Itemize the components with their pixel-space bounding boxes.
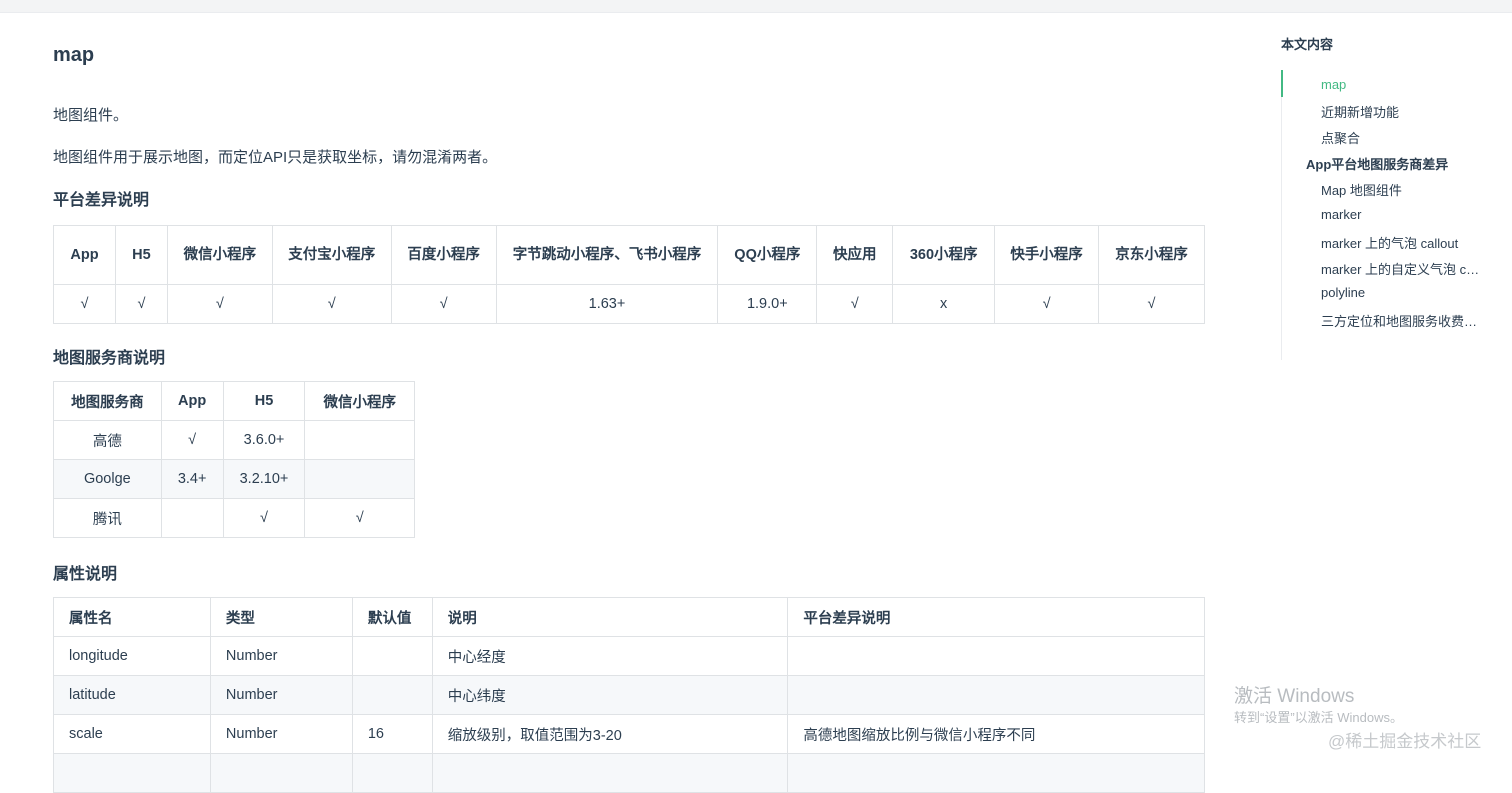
table-row: Goolge 3.4+ 3.2.10+ — [53, 459, 415, 499]
provider-cell — [304, 420, 415, 460]
attrs-cell: 高德地图缩放比例与微信小程序不同 — [787, 714, 1205, 754]
attrs-header-name: 属性名 — [53, 597, 211, 637]
attrs-cell: 中心经度 — [431, 636, 789, 676]
toc-active-indicator — [1281, 70, 1283, 97]
toc-item-charging[interactable]: 三方定位和地图服务收费说明 — [1321, 311, 1481, 330]
attrs-cell: 16 — [351, 714, 433, 754]
attrs-cell: Number — [209, 675, 353, 715]
platform-cell: √ — [53, 284, 116, 324]
platform-cell: √ — [816, 284, 894, 324]
provider-header-h5: H5 — [222, 381, 306, 421]
attrs-heading: 属性说明 — [53, 566, 118, 583]
attrs-cell — [351, 636, 433, 676]
table-row: 高德 √ 3.6.0+ — [53, 420, 415, 460]
provider-cell: 3.6.0+ — [222, 420, 306, 460]
toc-item-marker[interactable]: marker — [1321, 207, 1481, 222]
attrs-cell: Number — [209, 636, 353, 676]
platform-cell: √ — [994, 284, 1100, 324]
platform-cell: √ — [390, 284, 497, 324]
table-row: longitude Number 中心经度 — [53, 636, 1205, 676]
windows-activation-title: 激活 Windows — [1234, 686, 1355, 707]
platform-cell: 1.63+ — [495, 284, 719, 324]
windows-activation-hint: 转到“设置”以激活 Windows。 — [1234, 710, 1404, 725]
attrs-cell: 缩放级别，取值范围为3-20 — [431, 714, 789, 754]
toc-rail — [1281, 70, 1282, 360]
provider-cell: √ — [222, 498, 306, 538]
toc-item-cluster[interactable]: 点聚合 — [1321, 128, 1481, 147]
toc-item-marker-custom-callout[interactable]: marker 上的自定义气泡 customCallout — [1321, 259, 1481, 278]
provider-cell — [304, 459, 415, 499]
toc-item-new-features[interactable]: 近期新增功能 — [1321, 102, 1481, 121]
intro-text: 地图组件。 — [53, 107, 129, 124]
platform-cell: √ — [1098, 284, 1205, 324]
provider-cell: √ — [304, 498, 415, 538]
platform-header-alipay: 支付宝小程序 — [271, 225, 392, 285]
provider-cell: 腾讯 — [53, 498, 162, 538]
attrs-cell: scale — [53, 714, 211, 754]
platform-cell: √ — [114, 284, 168, 324]
toc-item-app-provider-diff[interactable]: App平台地图服务商差异 — [1306, 154, 1486, 173]
toc-item-map[interactable]: map — [1321, 77, 1481, 92]
table-row — [53, 753, 1205, 793]
attrs-header-desc: 说明 — [431, 597, 789, 637]
platform-header-toutiao: 字节跳动小程序、飞书小程序 — [495, 225, 719, 285]
platform-header-weixin: 微信小程序 — [166, 225, 273, 285]
provider-table: 地图服务商 App H5 微信小程序 高德 √ 3.6.0+ Goolge 3.… — [53, 381, 415, 538]
platform-header-360: 360小程序 — [892, 225, 996, 285]
platform-header-h5: H5 — [114, 225, 168, 285]
attrs-cell: longitude — [53, 636, 211, 676]
platform-cell: x — [892, 284, 996, 324]
provider-cell: 3.2.10+ — [222, 459, 306, 499]
platform-cell: 1.9.0+ — [717, 284, 818, 324]
platform-header-jd: 京东小程序 — [1098, 225, 1205, 285]
platform-header-app: App — [53, 225, 116, 285]
platform-table: App H5 微信小程序 支付宝小程序 百度小程序 字节跳动小程序、飞书小程序 … — [53, 225, 1205, 324]
provider-cell: √ — [160, 420, 224, 460]
platform-heading: 平台差异说明 — [53, 192, 150, 209]
attrs-header-type: 类型 — [209, 597, 353, 637]
provider-header-name: 地图服务商 — [53, 381, 162, 421]
platform-cell: √ — [166, 284, 273, 324]
attrs-cell — [351, 675, 433, 715]
platform-header-baidu: 百度小程序 — [390, 225, 497, 285]
provider-cell — [160, 498, 224, 538]
attrs-cell — [787, 675, 1205, 715]
table-row: latitude Number 中心纬度 — [53, 675, 1205, 715]
platform-header-kuaishou: 快手小程序 — [994, 225, 1100, 285]
toc-title: 本文内容 — [1281, 37, 1334, 52]
attrs-header-platform: 平台差异说明 — [787, 597, 1205, 637]
attrs-cell — [787, 636, 1205, 676]
attrs-cell: Number — [209, 714, 353, 754]
toc-item-map-component[interactable]: Map 地图组件 — [1321, 180, 1481, 199]
site-watermark: @稀土掘金技术社区 — [1328, 732, 1482, 751]
platform-cell: √ — [271, 284, 392, 324]
toc-item-marker-callout[interactable]: marker 上的气泡 callout — [1321, 233, 1481, 252]
provider-header-weixin: 微信小程序 — [304, 381, 415, 421]
attrs-table: 属性名 类型 默认值 说明 平台差异说明 longitude Number 中心… — [53, 597, 1205, 793]
attrs-cell: latitude — [53, 675, 211, 715]
table-row: scale Number 16 缩放级别，取值范围为3-20 高德地图缩放比例与… — [53, 714, 1205, 754]
attrs-header-default: 默认值 — [351, 597, 433, 637]
provider-cell: 3.4+ — [160, 459, 224, 499]
table-row: 腾讯 √ √ — [53, 498, 415, 538]
top-bar — [0, 0, 1512, 13]
page-title: map — [53, 44, 95, 66]
platform-header-quickapp: 快应用 — [816, 225, 894, 285]
attrs-cell: 中心纬度 — [431, 675, 789, 715]
provider-header-app: App — [160, 381, 224, 421]
provider-heading: 地图服务商说明 — [53, 350, 166, 367]
provider-cell: 高德 — [53, 420, 162, 460]
description-text: 地图组件用于展示地图，而定位API只是获取坐标，请勿混淆两者。 — [53, 149, 498, 166]
provider-cell: Goolge — [53, 459, 162, 499]
toc-item-polyline[interactable]: polyline — [1321, 285, 1481, 300]
platform-header-qq: QQ小程序 — [717, 225, 818, 285]
